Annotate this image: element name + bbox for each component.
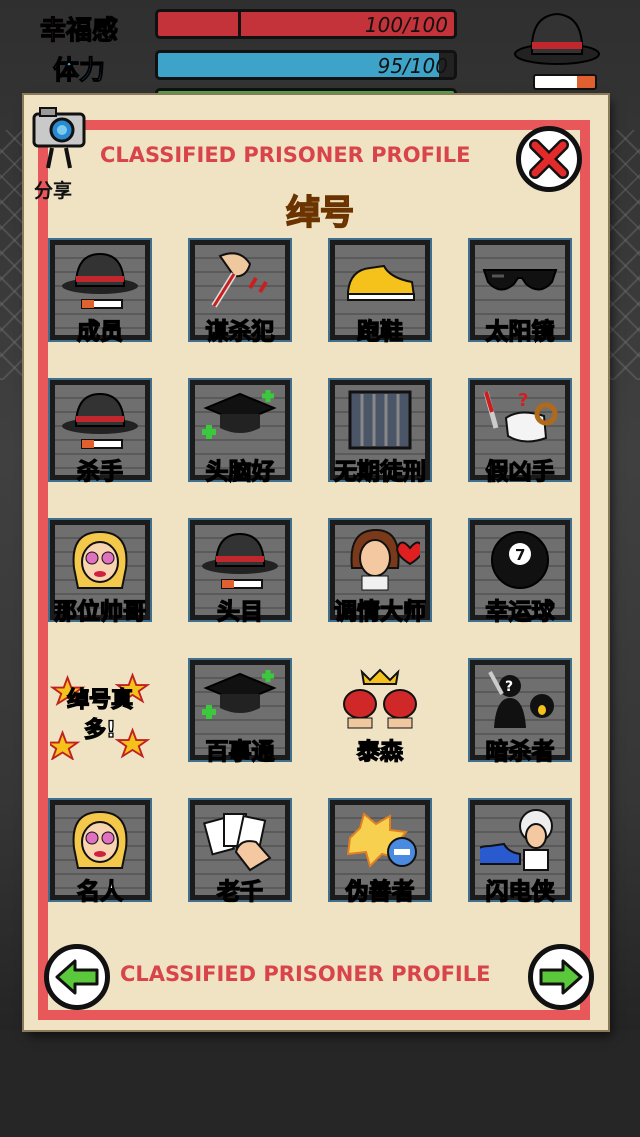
nickname-label: 调情大师 [333,598,426,625]
nickname-tile[interactable]: 闪电侠 [470,800,570,906]
camera-icon[interactable] [30,100,88,170]
nickname-tile[interactable]: 跑鞋 [330,240,430,346]
nickname-tile[interactable]: 7 幸运球 [470,520,570,626]
svg-text:7: 7 [515,546,525,564]
nickname-label: 无期徒刑 [333,458,426,485]
nickname-tile[interactable]: 成员 [50,240,150,346]
share-label[interactable]: 分享 [34,176,72,203]
nickname-tile[interactable]: 名人 [50,800,150,906]
stamina-bar: 95/100 [155,50,457,80]
nickname-label: 老千 [216,878,263,905]
nickname-label: 头目 [216,598,263,625]
profile-header: CLASSIFIED PRISONER PROFILE [100,143,471,167]
nickname-label: 假凶手 [485,458,555,485]
graduation-cap-icon [202,670,277,719]
svg-text:?: ? [518,390,528,411]
profile-footer: CLASSIFIED PRISONER PROFILE [120,962,491,986]
nickname-tile[interactable]: 泰森 [330,660,430,766]
fedora-icon [62,392,138,449]
nickname-tile[interactable]: 太阳镜 [470,240,570,346]
nickname-tile[interactable]: 头脑好 [190,380,290,486]
nickname-tile[interactable]: 百事通 [190,660,290,766]
stamina-value: 95/100 [377,54,448,78]
happiness-bar: 100/100 [155,9,457,39]
nickname-label: 太阳镜 [485,318,555,345]
nickname-label: 伪善者 [345,878,415,905]
nickname-tile[interactable]: 绰号真多! [50,660,150,760]
woman-heart-icon [350,528,420,591]
scientist-shoe-icon [480,809,553,871]
next-page-button[interactable] [528,944,594,1010]
fedora-icon [202,532,278,589]
blonde-woman-icon [72,530,128,589]
playing-cards-icon [203,813,272,872]
boxing-gloves-icon [343,668,417,729]
fedora-icon [62,252,138,309]
close-icon [529,139,569,179]
nickname-label: 泰森 [356,738,403,765]
graduation-cap-icon [202,390,277,439]
nickname-tile[interactable]: 调情大师 [330,520,430,626]
sneaker-icon [347,264,416,301]
arrow-right-icon [539,959,583,995]
eight-ball-icon: 7 [491,531,549,589]
nickname-label: 头脑好 [205,458,275,485]
floor [0,1030,640,1137]
nickname-label: 百事通 [205,738,275,765]
nickname-tile[interactable]: 无期徒刑 [330,380,430,486]
explosion-minus-icon [346,812,417,868]
assassin-icon: ? [488,671,554,728]
happiness-label: 幸福感 [39,16,118,47]
stamina-label: 体力 [52,56,105,87]
nickname-tile[interactable]: 伪善者 [330,800,430,906]
knife-hand-icon [211,252,268,308]
nickname-tile[interactable]: 老千 [190,800,290,906]
svg-text:?: ? [505,679,513,695]
nickname-label: 杀手 [76,458,123,485]
ram-knife-icon: ? [483,390,558,443]
nickname-label: 暗杀者 [485,738,555,765]
nickname-label: 闪电侠 [485,878,555,905]
nickname-tile[interactable]: 杀手 [50,380,150,486]
blonde-woman-icon [72,810,128,869]
close-button[interactable] [516,126,582,192]
happiness-value: 100/100 [364,13,448,37]
sunglasses-icon [482,269,558,291]
nickname-tile[interactable]: ? 假凶手 [470,380,570,486]
arrow-left-icon [55,959,99,995]
jail-cell-icon [348,390,412,450]
nickname-tile[interactable]: 谋杀犯 [190,240,290,346]
prev-page-button[interactable] [44,944,110,1010]
nickname-label: 成员 [76,318,123,345]
nickname-label: 谋杀犯 [205,318,275,345]
nickname-label: 幸运球 [485,598,555,625]
nickname-label: 名人 [76,878,123,905]
nickname-label: 跑鞋 [356,318,403,345]
nickname-label: 绰号真多! [66,687,133,743]
nickname-label: 那位帅哥 [53,598,146,625]
nickname-tile[interactable]: 头目 [190,520,290,626]
nickname-tile[interactable]: ? 暗杀者 [470,660,570,766]
profile-title: 绰号 [285,192,355,234]
nickname-tile[interactable]: 那位帅哥 [50,520,150,626]
fedora-icon [514,12,600,65]
cigarette-icon [533,74,597,90]
